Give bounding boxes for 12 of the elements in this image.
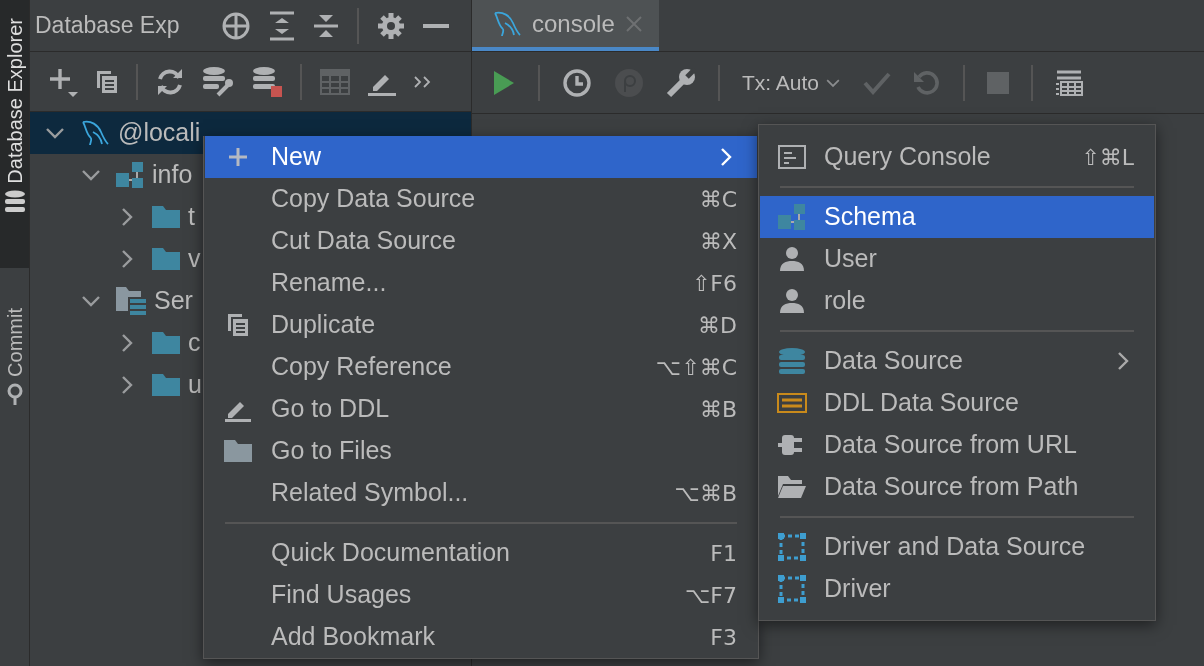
shortcut-label: F3 xyxy=(710,623,737,652)
shortcut-label: F1 xyxy=(710,539,737,568)
shortcut-label: ⌘X xyxy=(699,227,737,256)
shortcut-label: ⇧⌘L xyxy=(1081,143,1134,172)
shortcut-label: ⌥F7 xyxy=(685,581,737,610)
shortcut-label: ⌘C xyxy=(699,185,737,214)
shortcut-label: ⌥⌘B xyxy=(674,479,737,508)
shortcut-label: ⌥⇧⌘C xyxy=(655,353,737,382)
shortcut-label: ⌘D xyxy=(698,311,737,340)
panel-title: Database Exp xyxy=(35,11,181,41)
shortcut-label: ⇧F6 xyxy=(691,269,737,298)
shortcut-label: ⌘B xyxy=(699,395,737,424)
